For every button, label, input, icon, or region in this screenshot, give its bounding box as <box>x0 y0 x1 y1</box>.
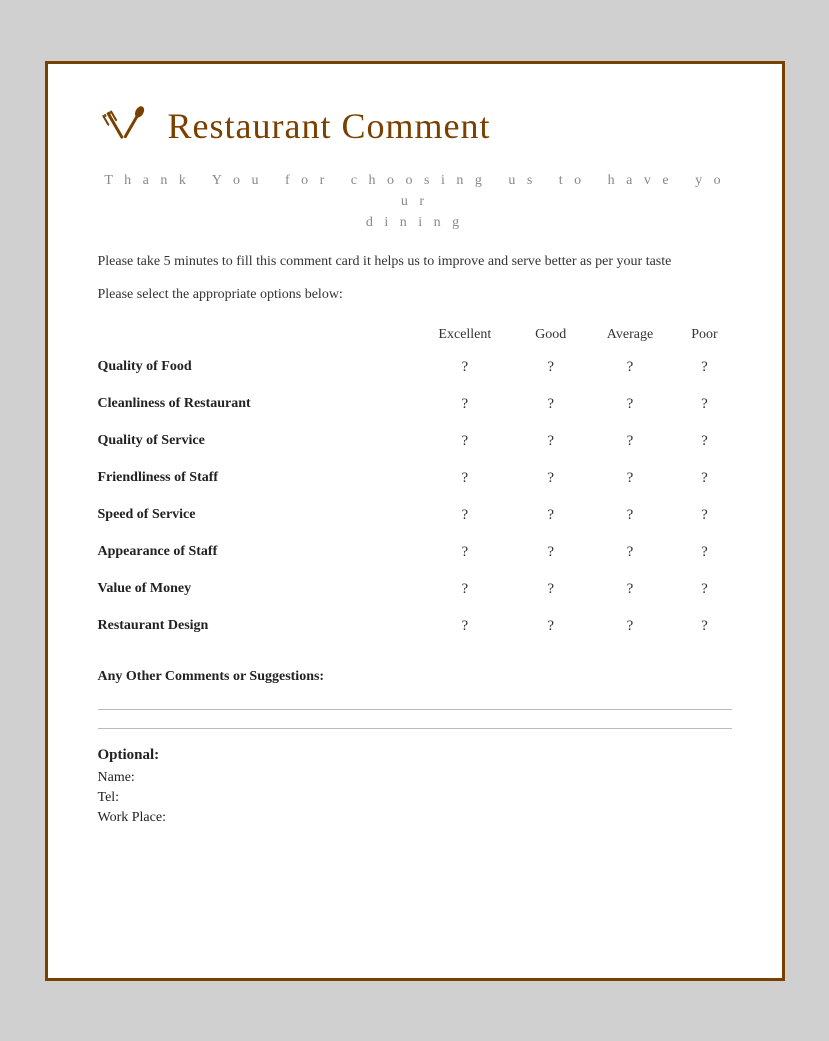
col-poor-cell[interactable]: ? <box>677 460 731 497</box>
col-good-cell[interactable]: ? <box>519 460 583 497</box>
row-label: Speed of Service <box>98 497 411 534</box>
col-poor-cell[interactable]: ? <box>677 349 731 386</box>
col-good-cell[interactable]: ? <box>519 608 583 645</box>
optional-title: Optional: <box>98 747 732 764</box>
col-poor-cell[interactable]: ? <box>677 423 731 460</box>
col-poor-cell[interactable]: ? <box>677 386 731 423</box>
col-good: Good <box>519 321 583 349</box>
col-excellent-cell[interactable]: ? <box>411 423 519 460</box>
col-excellent-cell[interactable]: ? <box>411 608 519 645</box>
table-row: Quality of Food???? <box>98 349 732 386</box>
optional-section: Optional: Name: Tel: Work Place: <box>98 747 732 826</box>
col-good-cell[interactable]: ? <box>519 349 583 386</box>
intro-text: Please take 5 minutes to fill this comme… <box>98 251 732 273</box>
optional-field: Name: <box>98 770 732 786</box>
optional-field: Tel: <box>98 790 732 806</box>
col-excellent-cell[interactable]: ? <box>411 534 519 571</box>
col-excellent-cell[interactable]: ? <box>411 571 519 608</box>
col-good-cell[interactable]: ? <box>519 423 583 460</box>
optional-field: Work Place: <box>98 810 732 826</box>
table-row: Friendliness of Staff???? <box>98 460 732 497</box>
col-average-cell[interactable]: ? <box>583 571 678 608</box>
col-excellent-cell[interactable]: ? <box>411 460 519 497</box>
col-average-cell[interactable]: ? <box>583 497 678 534</box>
col-poor: Poor <box>677 321 731 349</box>
table-row: Appearance of Staff???? <box>98 534 732 571</box>
row-label: Appearance of Staff <box>98 534 411 571</box>
col-average-cell[interactable]: ? <box>583 423 678 460</box>
divider-2 <box>98 728 732 729</box>
col-good-cell[interactable]: ? <box>519 497 583 534</box>
col-good-cell[interactable]: ? <box>519 386 583 423</box>
col-poor-cell[interactable]: ? <box>677 571 731 608</box>
row-label: Quality of Food <box>98 349 411 386</box>
table-row: Speed of Service???? <box>98 497 732 534</box>
table-row: Quality of Service???? <box>98 423 732 460</box>
header: Restaurant Comment <box>98 100 732 152</box>
col-excellent-cell[interactable]: ? <box>411 349 519 386</box>
row-label: Friendliness of Staff <box>98 460 411 497</box>
row-label: Value of Money <box>98 571 411 608</box>
row-label: Restaurant Design <box>98 608 411 645</box>
table-header-row: Excellent Good Average Poor <box>98 321 732 349</box>
row-label: Cleanliness of Restaurant <box>98 386 411 423</box>
col-average-cell[interactable]: ? <box>583 349 678 386</box>
comments-label: Any Other Comments or Suggestions: <box>98 669 732 685</box>
col-excellent-cell[interactable]: ? <box>411 386 519 423</box>
col-average-cell[interactable]: ? <box>583 608 678 645</box>
col-good-cell[interactable]: ? <box>519 534 583 571</box>
fork-spoon-icon <box>98 100 150 152</box>
select-prompt: Please select the appropriate options be… <box>98 287 732 303</box>
table-row: Value of Money???? <box>98 571 732 608</box>
col-poor-cell[interactable]: ? <box>677 534 731 571</box>
col-average: Average <box>583 321 678 349</box>
col-average-cell[interactable]: ? <box>583 534 678 571</box>
divider-1 <box>98 709 732 710</box>
col-good-cell[interactable]: ? <box>519 571 583 608</box>
col-excellent-cell[interactable]: ? <box>411 497 519 534</box>
row-label: Quality of Service <box>98 423 411 460</box>
col-average-cell[interactable]: ? <box>583 460 678 497</box>
rating-table: Excellent Good Average Poor Quality of F… <box>98 321 732 645</box>
table-row: Restaurant Design???? <box>98 608 732 645</box>
table-row: Cleanliness of Restaurant???? <box>98 386 732 423</box>
col-category <box>98 321 411 349</box>
col-excellent: Excellent <box>411 321 519 349</box>
col-poor-cell[interactable]: ? <box>677 608 731 645</box>
page-title: Restaurant Comment <box>168 105 491 147</box>
col-poor-cell[interactable]: ? <box>677 497 731 534</box>
comment-card: Restaurant Comment T h a n k Y o u f o r… <box>45 61 785 981</box>
thank-you-text: T h a n k Y o u f o r c h o o s i n g u … <box>98 170 732 233</box>
col-average-cell[interactable]: ? <box>583 386 678 423</box>
